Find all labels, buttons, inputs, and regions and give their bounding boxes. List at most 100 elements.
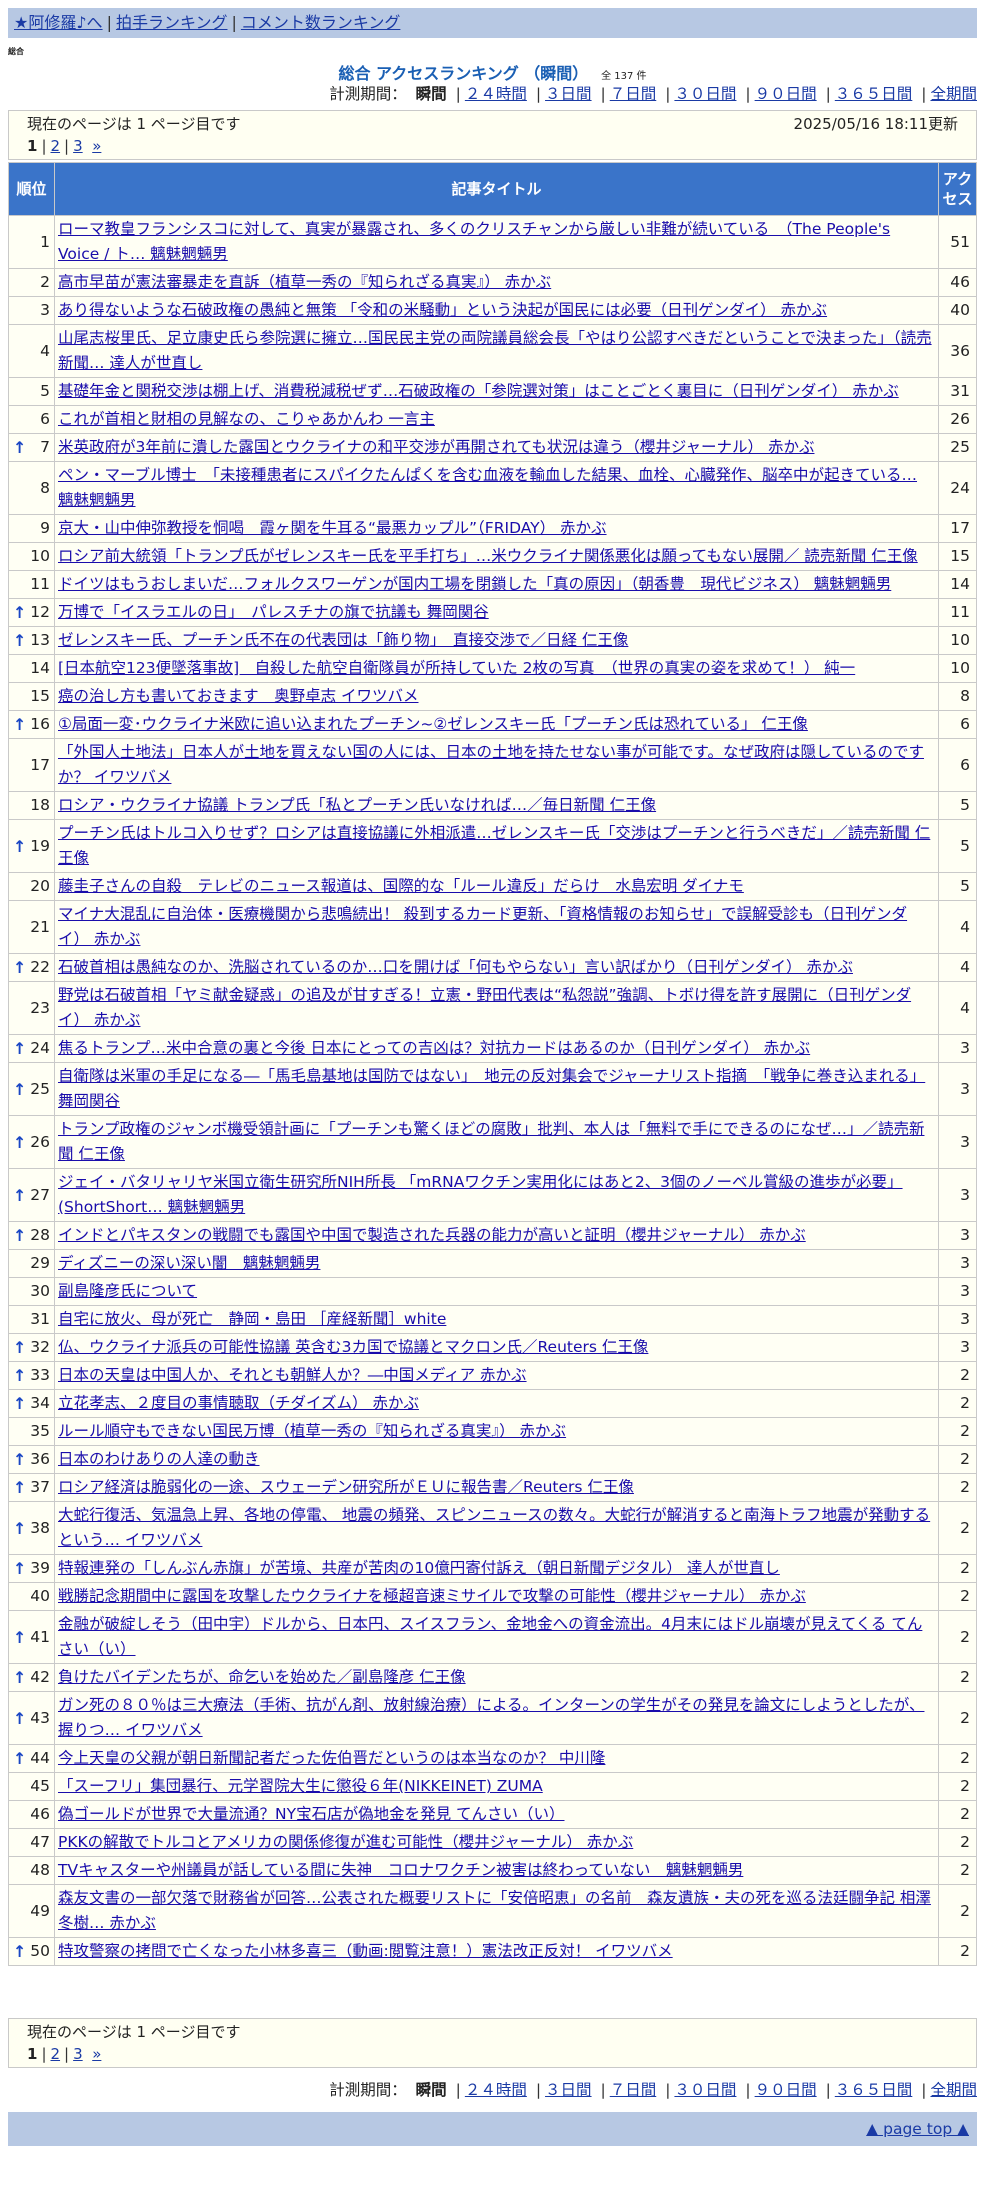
article-link[interactable]: 森友文書の一部欠落で財務省が回答…公表された概要リストに「安倍昭恵」の名前 森友… (58, 1889, 931, 1932)
rank-cell: ↑ 43 (8, 1691, 55, 1745)
article-link[interactable]: 特攻警察の拷問で亡くなった小林多喜三（動画:閲覧注意！）憲法改正反対！ イワツバ… (58, 1942, 673, 1960)
article-link[interactable]: ロシア・ウクライナ協議 トランプ氏「私とプーチン氏いなければ…／毎日新聞 仁王像 (58, 796, 656, 814)
title-cell: ロシア・ウクライナ協議 トランプ氏「私とプーチン氏いなければ…／毎日新聞 仁王像 (54, 791, 939, 820)
article-link[interactable]: 山尾志桜里氏、足立康史氏ら参院選に擁立…国民民主党の両院議員総会長「やはり公認す… (58, 329, 932, 372)
period-all-link[interactable]: 全期間 (930, 85, 977, 103)
article-link[interactable]: 日本のわけありの人達の動き (58, 1450, 260, 1468)
article-link[interactable]: 今上天皇の父親が朝日新聞記者だった佐伯晋だというのは本当なのか？ 中川隆 (58, 1749, 605, 1767)
period-365d-link[interactable]: ３６５日間 (835, 2081, 913, 2099)
article-link[interactable]: ジェイ・バタリャリヤ米国立衛生研究所NIH所長 「mRNAワクチン実用化にはあと… (58, 1173, 903, 1216)
page-3-link[interactable]: 3 (73, 137, 83, 155)
article-link[interactable]: ルール順守もできない国民万博（植草一秀の『知られざる真実』） 赤かぶ (58, 1422, 566, 1440)
title-cell: ゼレンスキー氏、プーチン氏不在の代表団は「飾り物」 直接交渉で／日経 仁王像 (54, 626, 939, 655)
rank-number: 4 (40, 341, 50, 360)
article-link[interactable]: マイナ大混乱に自治体・医療機関から悲鳴続出！ 殺到するカード更新、「資格情報のお… (58, 905, 907, 948)
article-link[interactable]: これが首相と財相の見解なの、こりゃあかんわ 一言主 (58, 410, 435, 428)
article-link[interactable]: 焦るトランプ…米中合意の裏と今後 日本にとっての吉凶は？対抗カードはあるのか（日… (58, 1039, 810, 1057)
title-cell: 偽ゴールドが世界で大量流通？NY宝石店が偽地金を発見 てんさい（い） (54, 1800, 939, 1829)
article-link[interactable]: ロシア経済は脆弱化の一途、スウェーデン研究所がＥＵに報告書／Reuters 仁王… (58, 1478, 634, 1496)
page-info-top: 現在のページは 1 ページ目です 2025/05/16 18:11更新 1 | 2 |… (8, 110, 977, 160)
period-24h-link[interactable]: ２４時間 (465, 85, 527, 103)
period-30d-link[interactable]: ３０日間 (674, 2081, 736, 2099)
rank-number: 43 (30, 1708, 50, 1727)
period-90d-link[interactable]: ９０日間 (755, 2081, 817, 2099)
table-row: 31 自宅に放火、母が死亡 静岡・島田 ［産経新聞］white 3 (8, 1305, 977, 1334)
access-count: 17 (938, 514, 977, 543)
article-link[interactable]: 米英政府が3年前に潰した露国とウクライナの和平交渉が再開されても状況は違う（櫻井… (58, 438, 814, 456)
article-link[interactable]: ディズニーの深い深い闇 魑魅魍魎男 (58, 1254, 320, 1272)
period-90d-link[interactable]: ９０日間 (755, 85, 817, 103)
applause-ranking-link[interactable]: 拍手ランキング (116, 13, 228, 32)
article-link[interactable]: ①局面一変･ウクライナ米欧に追い込まれたプーチン~②ゼレンスキー氏「プーチン氏は… (58, 715, 808, 733)
period-24h-link[interactable]: ２４時間 (465, 2081, 527, 2099)
table-row: ↑ 22 石破首相は愚純なのか、洗脳されているのか…口を開けば「何もやらない」言い訳… (8, 953, 977, 982)
access-count: 3 (938, 1333, 977, 1362)
article-link[interactable]: ドイツはもうおしまいだ…フォルクスワーゲンが国内工場を閉鎖した「真の原因」（朝香… (58, 575, 891, 593)
rank-number: 28 (30, 1226, 50, 1244)
article-link[interactable]: 戦勝記念期間中に露国を攻撃したウクライナを極超音速ミサイルで攻撃の可能性（櫻井ジ… (58, 1587, 806, 1605)
article-link[interactable]: ゼレンスキー氏、プーチン氏不在の代表団は「飾り物」 直接交渉で／日経 仁王像 (58, 631, 628, 649)
access-count: 40 (938, 296, 977, 325)
article-link[interactable]: 特報連発の「しんぶん赤旗」が苦境、共産が苦肉の10億円寄付訴え（朝日新聞デジタル… (58, 1559, 780, 1577)
article-link[interactable]: 負けたバイデンたちが、命乞いを始めた／副島隆彦 仁王像 (58, 1668, 466, 1686)
period-7d-link[interactable]: ７日間 (610, 85, 657, 103)
next-page-link[interactable]: » (92, 2045, 101, 2063)
title-cell: 野党は石破首相「ヤミ献金疑惑」の追及が甘すぎる！立憲・野田代表は“私怨説”強調、… (54, 981, 939, 1035)
article-link[interactable]: トランプ政権のジャンボ機受領計画に「プーチンも驚くほどの腐敗」批判、本人は「無料… (58, 1120, 924, 1163)
article-link[interactable]: 京大・山中伸弥教授を恫喝 霞ヶ関を牛耳る“最悪カップル”（FRIDAY） 赤かぶ (58, 519, 607, 537)
period-3d-link[interactable]: ３日間 (545, 2081, 592, 2099)
period-365d-link[interactable]: ３６５日間 (835, 85, 913, 103)
home-link[interactable]: ★阿修羅♪へ (14, 13, 103, 32)
table-row: 2 高市早苗が憲法審暴走を直訴（植草一秀の『知られざる真実』） 赤かぶ 46 (8, 268, 977, 297)
rank-number: 27 (30, 1185, 50, 1204)
page-top-link[interactable]: ▲ page top ▲ (866, 2120, 969, 2138)
article-link[interactable]: 高市早苗が憲法審暴走を直訴（植草一秀の『知られざる真実』） 赤かぶ (58, 273, 551, 291)
period-3d-link[interactable]: ３日間 (545, 85, 592, 103)
period-7d-link[interactable]: ７日間 (610, 2081, 657, 2099)
rank-cell: 35 (8, 1417, 55, 1446)
article-link[interactable]: [日本航空123便墜落事故] 自殺した航空自衛隊員が所持していた 2枚の写真 （… (58, 659, 855, 677)
comment-ranking-link[interactable]: コメント数ランキング (241, 13, 401, 32)
article-link[interactable]: プーチン氏はトルコ入りせず？ロシアは直接協議に外相派遣…ゼレンスキー氏「交渉はプ… (58, 824, 930, 867)
article-link[interactable]: ガン死の８０％は三大療法（手術、抗がん剤、放射線治療）による。インターンの学生が… (58, 1696, 924, 1739)
article-link[interactable]: 大蛇行復活、気温急上昇、各地の停電、 地震の頻発、スピンニュースの数々。大蛇行が… (58, 1506, 930, 1549)
table-row: 30 副島隆彦氏について 3 (8, 1277, 977, 1306)
article-link[interactable]: 「スーフリ」集団暴行、元学習院大生に懲役６年(NIKKEINET) ZUMA (58, 1777, 543, 1795)
article-link[interactable]: 自衛隊は米軍の手足になる―「馬毛島基地は国防ではない」 地元の反対集会でジャーナ… (58, 1067, 925, 1110)
rank-cell: ↑ 16 (8, 710, 55, 739)
page-2-link[interactable]: 2 (51, 137, 61, 155)
period-all-link[interactable]: 全期間 (930, 2081, 977, 2099)
article-link[interactable]: ロシア前大統領「トランプ氏がゼレンスキー氏を平手打ち」…米ウクライナ関係悪化は願… (58, 547, 918, 565)
page-2-link[interactable]: 2 (51, 2045, 61, 2063)
article-link[interactable]: 基礎年金と関税交渉は棚上げ、消費税減税ぜず…石破政権の「参院選対策」はことごとく… (58, 382, 899, 400)
article-link[interactable]: 金融が破綻しそう（田中宇）ドルから、日本円、スイスフラン、金地金への資金流出。4… (58, 1615, 922, 1658)
article-link[interactable]: 日本の天皇は中国人か、それとも朝鮮人か？―中国メディア 赤かぶ (58, 1366, 527, 1384)
title-cell: 京大・山中伸弥教授を恫喝 霞ヶ関を牛耳る“最悪カップル”（FRIDAY） 赤かぶ (54, 514, 939, 543)
article-link[interactable]: 野党は石破首相「ヤミ献金疑惑」の追及が甘すぎる！立憲・野田代表は“私怨説”強調、… (58, 986, 911, 1029)
access-count: 2 (938, 1554, 977, 1583)
title-cell: 高市早苗が憲法審暴走を直訴（植草一秀の『知られざる真実』） 赤かぶ (54, 268, 939, 297)
article-link[interactable]: 自宅に放火、母が死亡 静岡・島田 ［産経新聞］white (58, 1310, 446, 1328)
article-link[interactable]: 万博で「イスラエルの日」 パレスチナの旗で抗議も 舞岡関谷 (58, 603, 489, 621)
article-link[interactable]: PKKの解散でトルコとアメリカの関係修復が進む可能性（櫻井ジャーナル） 赤かぶ (58, 1833, 633, 1851)
rank-cell: ↑ 19 (8, 819, 55, 873)
rank-cell: ↑ 44 (8, 1744, 55, 1773)
table-row: 35 ルール順守もできない国民万博（植草一秀の『知られざる真実』） 赤かぶ 2 (8, 1417, 977, 1446)
article-link[interactable]: 仏、ウクライナ派兵の可能性協議 英含む3カ国で協議とマクロン氏／Reuters … (58, 1338, 648, 1356)
article-link[interactable]: 立花孝志、２度目の事情聴取（チダイズム） 赤かぶ (58, 1394, 419, 1412)
article-link[interactable]: ローマ教皇フランシスコに対して、真実が暴露され、多くのクリスチャンから厳しい非難… (58, 220, 890, 263)
article-link[interactable]: 「外国人土地法」日本人が土地を買えない国の人には、日本の土地を持たせない事が可能… (58, 743, 924, 786)
table-row: 10 ロシア前大統領「トランプ氏がゼレンスキー氏を平手打ち」…米ウクライナ関係悪化… (8, 542, 977, 571)
page-3-link[interactable]: 3 (73, 2045, 83, 2063)
article-link[interactable]: インドとパキスタンの戦闘でも露国や中国で製造された兵器の能力が高いと証明（櫻井ジ… (58, 1226, 806, 1244)
article-link[interactable]: TVキャスターや州議員が話している間に失神 コロナワクチン被害は終わっていない … (58, 1861, 743, 1879)
next-page-link[interactable]: » (92, 137, 101, 155)
article-link[interactable]: 副島隆彦氏について (58, 1282, 197, 1300)
article-link[interactable]: 癌の治し方も書いておきます 奥野卓志 イワツバメ (58, 687, 419, 705)
period-30d-link[interactable]: ３０日間 (674, 85, 736, 103)
article-link[interactable]: 藤圭子さんの自殺 テレビのニュース報道は、国際的な「ルール違反」だらけ 水島宏明… (58, 877, 744, 895)
article-link[interactable]: ペン・マーブル博士 「未接種患者にスパイクたんぱくを含む血液を輸血した結果、血栓… (58, 466, 917, 509)
article-link[interactable]: あり得ないような石破政権の愚純と無策 「令和の米騒動」という決起が国民には必要（… (58, 301, 827, 319)
article-link[interactable]: 偽ゴールドが世界で大量流通？NY宝石店が偽地金を発見 てんさい（い） (58, 1805, 565, 1823)
article-link[interactable]: 石破首相は愚純なのか、洗脳されているのか…口を開けば「何もやらない」言い訳ばかり… (58, 958, 853, 976)
